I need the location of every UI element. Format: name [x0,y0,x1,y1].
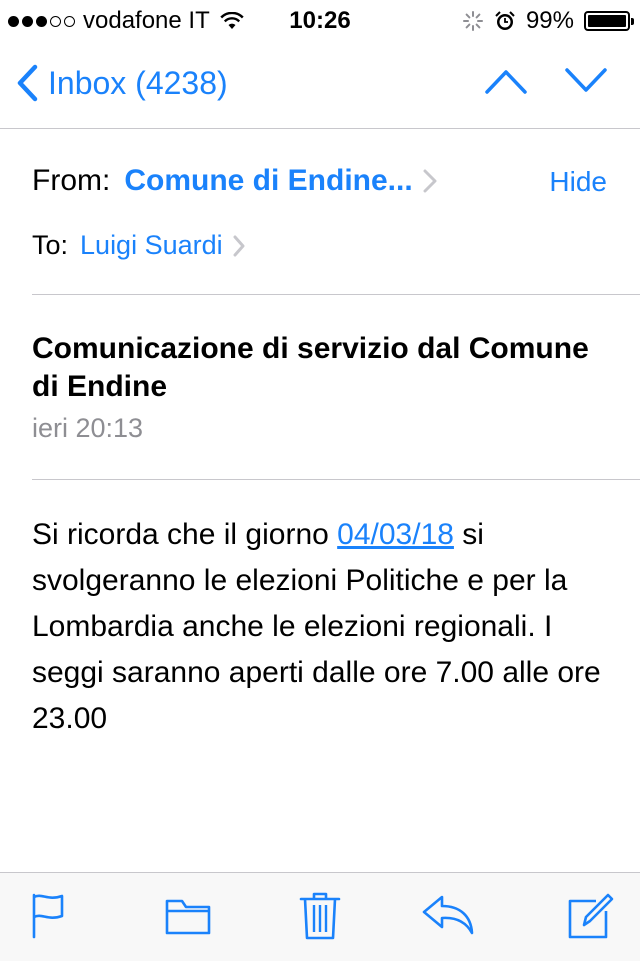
trash-icon [299,892,341,940]
navigation-bar: Inbox (4238) [0,40,640,129]
reply-icon [422,895,474,935]
message-date: ieri 20:13 [32,413,144,443]
date-link[interactable]: 04/03/18 [337,518,454,551]
status-bar: vodafone IT 10:26 99% [0,0,640,40]
from-label: From: [32,164,111,197]
compose-icon [568,893,614,939]
signal-dots-icon [8,15,75,27]
bottom-toolbar [0,872,640,961]
battery-icon [584,11,634,31]
header-divider [32,294,640,295]
chevron-down-icon [565,68,607,92]
delete-button[interactable] [298,891,342,946]
reply-button[interactable] [420,891,476,942]
previous-message-button[interactable] [484,66,528,101]
sender-name[interactable]: Comune di Endine... [124,164,412,198]
activity-spinner-icon [462,11,483,31]
to-row: To: Luigi Suardi [32,230,245,261]
recipient-name[interactable]: Luigi Suardi [80,230,223,261]
flag-icon [32,893,64,939]
wifi-icon [220,12,244,29]
message-body: Si ricorda che il giorno 04/03/18 si svo… [32,512,622,742]
to-label: To: [32,230,69,260]
carrier-name: vodafone IT [83,7,210,34]
chevron-right-icon [233,235,245,256]
status-right: 99% [462,7,634,35]
move-to-folder-button[interactable] [164,891,212,944]
back-to-inbox-button[interactable]: Inbox (4238) [16,64,228,102]
flag-button[interactable] [28,891,68,944]
folder-icon [165,899,211,935]
chevron-right-icon [423,169,437,193]
from-row: From: Comune di Endine... [32,164,437,198]
battery-fill [588,15,626,27]
hide-details-button[interactable]: Hide [549,166,607,198]
alarm-icon [495,11,515,30]
status-left: vodafone IT [8,7,244,35]
compose-button[interactable] [566,891,616,946]
subject-divider [32,479,640,480]
chevron-left-icon [17,64,38,102]
chevron-up-icon [485,70,527,94]
back-label: Inbox (4238) [48,64,228,101]
next-message-button[interactable] [564,66,608,101]
message-subject: Comunicazione di servizio dal Comune di … [32,332,589,403]
battery-percent: 99% [525,7,574,34]
body-text-start: Si ricorda che il giorno [32,518,338,551]
